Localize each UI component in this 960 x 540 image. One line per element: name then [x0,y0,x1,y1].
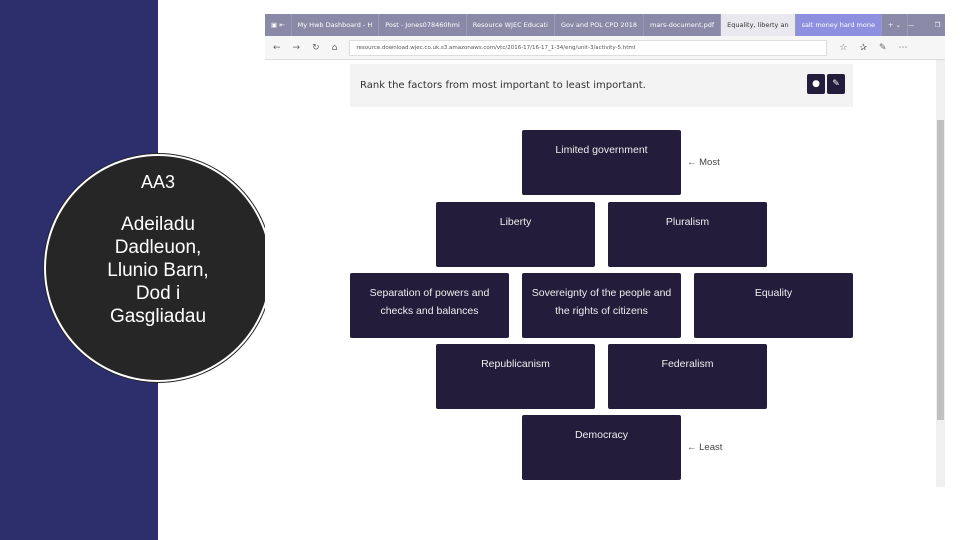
prompt-text: Rank the factors from most important to … [360,80,646,91]
share-icon[interactable]: ✎ [879,43,887,53]
favorite-icon[interactable]: ☆ [839,43,847,53]
home-icon[interactable]: ⌂ [332,43,338,53]
url-input[interactable]: resource.download.wjec.co.uk.s3.amazonaw… [349,39,828,56]
factor-card[interactable]: Republicanism [436,344,595,409]
factor-card[interactable]: Equality [694,273,853,338]
info-icon[interactable]: ● [807,74,825,94]
refresh-icon[interactable]: ↻ [312,43,320,53]
tab[interactable]: salt money hard mone [795,14,882,36]
tab[interactable]: Resource WJEC Educati [467,14,555,36]
most-label: ← Most [687,157,720,168]
new-tab-icon[interactable]: + ⌄ [882,14,908,36]
tab-bar: ▣ ⇤ My Hwb Dashboard - H Post - Jones078… [265,14,945,36]
factor-card[interactable]: Separation of powers and checks and bala… [350,273,509,338]
factor-card[interactable]: Federalism [608,344,767,409]
tab-active[interactable]: Equality, liberty an [721,14,796,36]
scrollbar[interactable] [936,60,945,487]
factor-card[interactable]: Democracy [522,415,681,480]
forward-icon[interactable]: → [293,43,301,53]
tab[interactable]: mars-document.pdf [644,14,722,36]
tab-actions-icon[interactable]: ▣ ⇤ [265,14,292,36]
scrollbar-thumb[interactable] [937,120,944,420]
pencil-icon[interactable]: ✎ [827,74,845,94]
factor-card[interactable]: Pluralism [608,202,767,267]
tab[interactable]: Post - Jones078460hmi [379,14,467,36]
address-bar: ← → ↻ ⌂ resource.download.wjec.co.uk.s3.… [265,36,945,60]
factor-card[interactable]: Limited government [522,130,681,195]
factor-card[interactable]: Liberty [436,202,595,267]
browser-screenshot: ▣ ⇤ My Hwb Dashboard - H Post - Jones078… [265,14,945,487]
circle-text: Adeiladu Dadleuon, Llunio Barn, Dod i Ga… [107,214,209,327]
tab[interactable]: Gov and POL CPD 2018 [555,14,644,36]
more-icon[interactable]: ⋯ [899,43,908,53]
least-label: ← Least [687,442,723,453]
back-icon[interactable]: ← [273,43,281,53]
favorites-icon[interactable]: ✰ [859,43,867,53]
title-circle: AA3 Adeiladu Dadleuon, Llunio Barn, Dod … [46,156,270,380]
tab[interactable]: My Hwb Dashboard - H [292,14,380,36]
minimize-icon[interactable]: — [908,21,915,29]
circle-title: AA3 [140,172,176,192]
activity-prompt: Rank the factors from most important to … [350,64,853,107]
factor-card[interactable]: Sovereignty of the people and the rights… [522,273,681,338]
maximize-icon[interactable]: ❐ [934,21,940,29]
